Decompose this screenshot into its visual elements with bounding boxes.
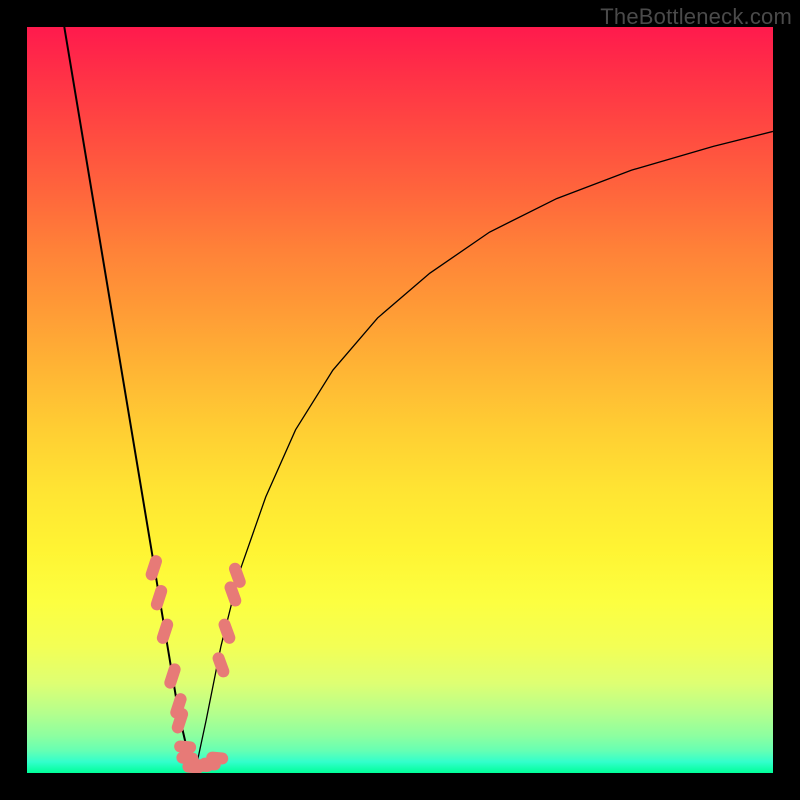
- left-branch-curve: [64, 27, 195, 773]
- data-marker: [217, 617, 237, 646]
- data-marker: [149, 583, 168, 611]
- data-marker: [155, 617, 174, 645]
- data-marker: [211, 651, 231, 680]
- data-marker: [163, 662, 182, 690]
- watermark-text: TheBottleneck.com: [600, 4, 792, 30]
- right-branch-curve: [195, 131, 773, 773]
- data-marker: [174, 740, 197, 754]
- marker-group: [144, 554, 247, 773]
- data-marker: [144, 554, 163, 582]
- outer-frame: TheBottleneck.com: [0, 0, 800, 800]
- chart-svg: [27, 27, 773, 773]
- plot-area: [27, 27, 773, 773]
